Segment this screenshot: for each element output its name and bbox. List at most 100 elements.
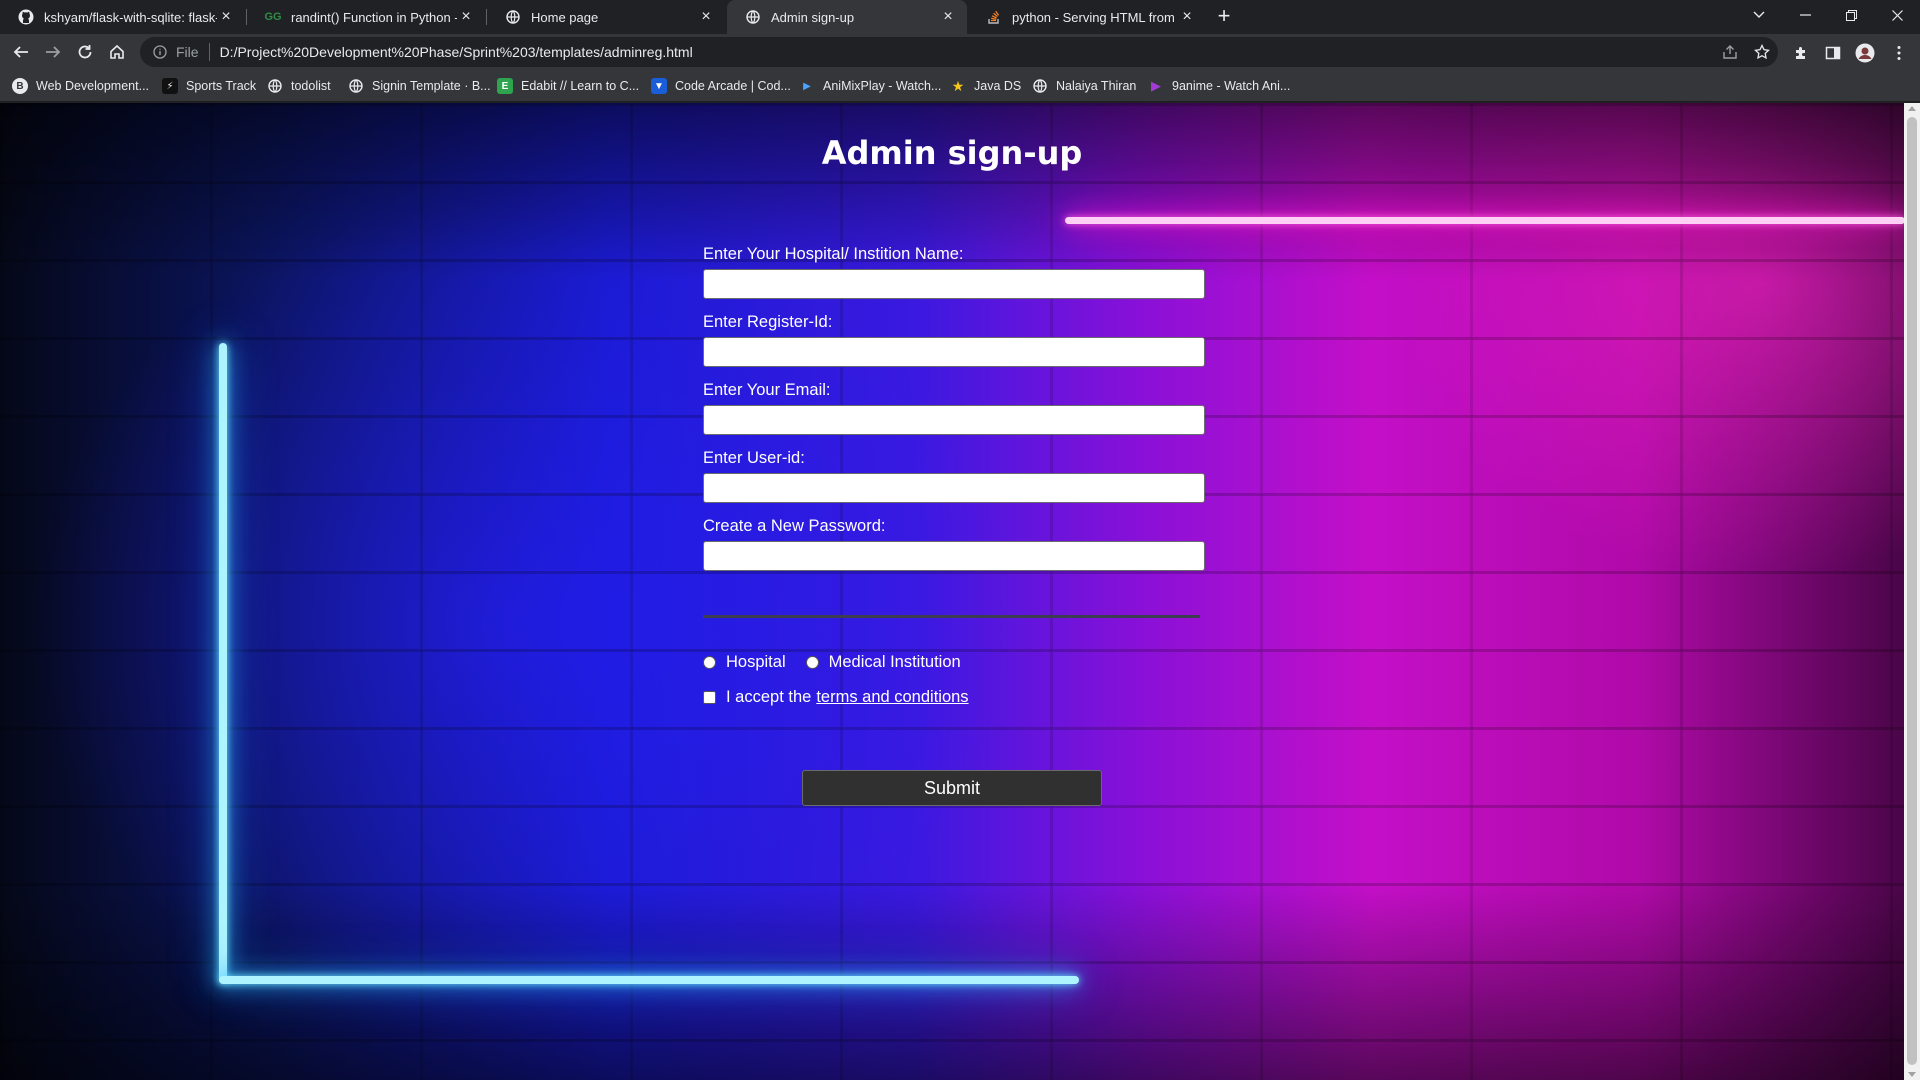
neon-blue-horizontal-line bbox=[219, 976, 1079, 984]
scroll-down-arrow-icon[interactable] bbox=[1908, 1072, 1916, 1077]
terms-row: I accept the terms and conditions bbox=[703, 688, 969, 707]
geeksforgeeks-icon: GG bbox=[264, 11, 282, 23]
terms-checkbox[interactable] bbox=[703, 691, 716, 704]
bookmark-java-ds[interactable]: ★ Java DS bbox=[950, 77, 1022, 95]
restore-button[interactable] bbox=[1834, 0, 1868, 30]
back-arrow-icon bbox=[13, 46, 28, 58]
new-tab-button[interactable]: + bbox=[1212, 5, 1236, 29]
back-button[interactable] bbox=[8, 39, 34, 65]
extensions-icon[interactable] bbox=[1790, 42, 1812, 64]
globe-icon bbox=[267, 78, 283, 94]
share-icon[interactable] bbox=[1720, 42, 1740, 62]
user-id-label: Enter User-id: bbox=[703, 449, 805, 467]
bookmark-label: Nalaiya Thiran bbox=[1056, 79, 1137, 93]
password-label: Create a New Password: bbox=[703, 517, 886, 535]
scroll-up-arrow-icon[interactable] bbox=[1908, 106, 1916, 111]
scrollbar-thumb[interactable] bbox=[1907, 117, 1917, 1065]
terms-prefix: I accept the bbox=[726, 688, 812, 706]
page-title: Admin sign-up bbox=[821, 134, 1083, 172]
user-id-input[interactable] bbox=[703, 473, 1205, 503]
info-icon[interactable] bbox=[152, 44, 168, 60]
bookmarks-bar: B Web Development... ⚡ Sports Track todo… bbox=[0, 70, 1920, 102]
bookmark-9anime[interactable]: ▶ 9anime - Watch Ani... bbox=[1148, 77, 1290, 95]
neon-pink-line bbox=[1065, 217, 1904, 224]
url-text[interactable]: D:/Project%20Development%20Phase/Sprint%… bbox=[220, 44, 693, 60]
star-icon: ★ bbox=[951, 77, 965, 94]
bookmark-label: Code Arcade | Cod... bbox=[675, 79, 791, 93]
hospital-name-input[interactable] bbox=[703, 269, 1205, 299]
forward-button[interactable] bbox=[40, 39, 66, 65]
globe-icon bbox=[505, 9, 521, 25]
tab-stackoverflow[interactable]: python - Serving HTML from Flas × bbox=[968, 0, 1206, 34]
animixplay-icon: ▶ bbox=[803, 80, 811, 92]
bookmark-sports-track[interactable]: ⚡ Sports Track bbox=[162, 77, 256, 95]
bookmark-code-arcade[interactable]: ▼ Code Arcade | Cod... bbox=[651, 77, 791, 95]
bookmark-edabit[interactable]: E Edabit // Learn to C... bbox=[497, 77, 639, 95]
bookmark-label: Sports Track bbox=[186, 79, 257, 93]
form-divider bbox=[703, 615, 1200, 618]
bookmark-web-development[interactable]: B Web Development... bbox=[12, 77, 149, 95]
bookmark-label: Java DS bbox=[974, 79, 1022, 93]
hospital-name-label: Enter Your Hospital/ Instition Name: bbox=[703, 245, 964, 263]
bookmark-nalaiya-thiran[interactable]: Nalaiya Thiran bbox=[1032, 77, 1136, 95]
radio-medical-institution-label: Medical Institution bbox=[828, 653, 961, 671]
submit-button[interactable]: Submit bbox=[802, 770, 1102, 806]
tab-search-button[interactable] bbox=[1742, 0, 1776, 30]
bookmark-label: Signin Template · B... bbox=[372, 79, 491, 93]
tab-admin-sign-up[interactable]: Admin sign-up × bbox=[727, 0, 967, 34]
forward-arrow-icon bbox=[46, 46, 61, 58]
close-icon[interactable]: × bbox=[217, 8, 235, 26]
globe-icon bbox=[745, 9, 761, 25]
bookmark-label: Web Development... bbox=[36, 79, 150, 93]
institution-type-group: Hospital Medical Institution bbox=[703, 653, 961, 672]
bookmark-label: AniMixPlay - Watch... bbox=[823, 79, 942, 93]
close-icon[interactable]: × bbox=[457, 8, 475, 26]
bookmark-todolist[interactable]: todolist bbox=[267, 77, 331, 95]
bookmark-label: Edabit // Learn to C... bbox=[521, 79, 640, 93]
github-icon bbox=[18, 9, 34, 25]
globe-icon bbox=[1032, 78, 1048, 94]
edabit-icon: E bbox=[497, 78, 513, 94]
profile-avatar[interactable] bbox=[1854, 42, 1876, 64]
close-window-button[interactable] bbox=[1880, 0, 1914, 30]
address-bar[interactable]: File D:/Project%20Development%20Phase/Sp… bbox=[140, 37, 1778, 67]
register-id-label: Enter Register-Id: bbox=[703, 313, 833, 331]
bookmark-icon: B bbox=[12, 78, 28, 94]
bookmark-animixplay[interactable]: ▶ AniMixPlay - Watch... bbox=[799, 77, 941, 95]
bookmark-signin-template[interactable]: Signin Template · B... bbox=[348, 77, 491, 95]
page-scrollbar[interactable] bbox=[1904, 103, 1920, 1080]
stackoverflow-icon bbox=[986, 9, 1002, 25]
tab-randint[interactable]: GG randint() Function in Python - Ge × bbox=[247, 0, 485, 34]
home-icon bbox=[110, 44, 124, 59]
tab-title: Home page bbox=[531, 9, 599, 25]
code-arcade-icon: ▼ bbox=[651, 78, 667, 94]
tab-title: kshyam/flask-with-sqlite: flask-w bbox=[44, 9, 217, 25]
terms-link[interactable]: terms and conditions bbox=[816, 688, 968, 707]
tab-title: randint() Function in Python - Ge bbox=[291, 9, 457, 25]
reload-button[interactable] bbox=[72, 39, 98, 65]
tab-github[interactable]: kshyam/flask-with-sqlite: flask-w × bbox=[0, 0, 245, 34]
radio-medical-institution[interactable] bbox=[805, 656, 819, 669]
password-input[interactable] bbox=[703, 541, 1205, 571]
register-id-input[interactable] bbox=[703, 337, 1205, 367]
side-panel-icon[interactable] bbox=[1822, 42, 1844, 64]
close-icon[interactable]: × bbox=[1178, 8, 1196, 26]
home-button[interactable] bbox=[104, 39, 130, 65]
minimize-button[interactable] bbox=[1788, 0, 1822, 30]
close-icon[interactable]: × bbox=[939, 8, 957, 26]
globe-icon bbox=[348, 78, 364, 94]
radio-hospital[interactable] bbox=[703, 656, 716, 669]
address-divider bbox=[208, 43, 210, 61]
radio-hospital-label: Hospital bbox=[726, 653, 786, 671]
close-icon[interactable]: × bbox=[697, 8, 715, 26]
email-input[interactable] bbox=[703, 405, 1205, 435]
neon-blue-vertical-line bbox=[219, 343, 227, 983]
url-scheme-label: File bbox=[176, 44, 199, 60]
menu-kebab-icon[interactable] bbox=[1888, 42, 1910, 64]
admin-signup-form: Enter Your Hospital/ Instition Name: Ent… bbox=[703, 243, 1205, 583]
tab-strip: kshyam/flask-with-sqlite: flask-w × GG r… bbox=[0, 0, 1920, 34]
tab-home-page[interactable]: Home page × bbox=[487, 0, 725, 34]
play-icon: ▶ bbox=[1151, 78, 1161, 93]
browser-toolbar: File D:/Project%20Development%20Phase/Sp… bbox=[0, 34, 1920, 70]
bookmark-star-icon[interactable] bbox=[1752, 42, 1772, 62]
